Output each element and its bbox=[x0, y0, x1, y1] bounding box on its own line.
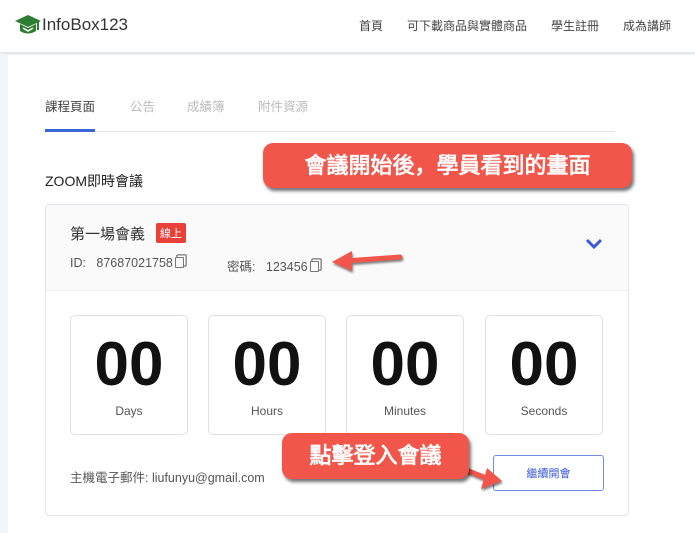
annotation-callout-top: 會議開始後，學員看到的畫面 bbox=[263, 143, 632, 188]
annotation-callout-bottom: 點擊登入會議 bbox=[282, 433, 469, 479]
arrow-to-password-icon bbox=[332, 251, 403, 271]
arrow-to-join-button bbox=[465, 467, 502, 489]
